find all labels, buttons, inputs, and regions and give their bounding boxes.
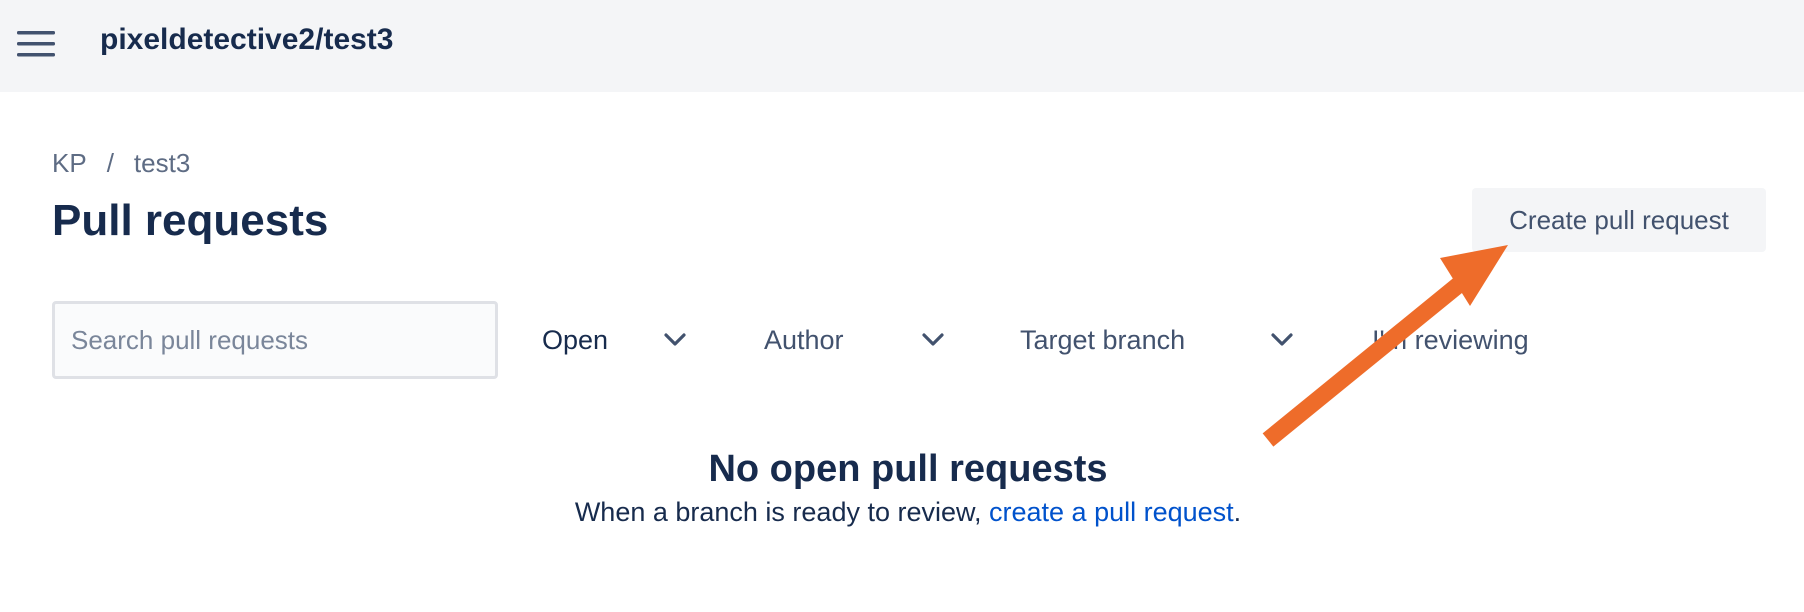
author-filter-label: Author [764,324,844,355]
reviewing-filter-toggle[interactable]: I'm reviewing [1372,316,1529,364]
breadcrumb-item-project[interactable]: KP [52,146,87,180]
create-pull-request-link[interactable]: create a pull request [989,497,1234,527]
create-pull-request-button[interactable]: Create pull request [1472,188,1766,252]
empty-state-title: No open pull requests [0,445,1804,493]
state-filter-dropdown[interactable]: Open [542,316,692,364]
hamburger-icon-svg [17,31,55,57]
page-title: Pull requests [52,196,329,245]
top-navigation-bar: pixeldetective2/test3 [0,0,1804,92]
chevron-down-icon [922,333,944,347]
breadcrumb: KP / test3 [52,146,190,180]
empty-state-suffix: . [1233,497,1242,527]
empty-state-prefix: When a branch is ready to review, [574,497,990,527]
target-branch-filter-dropdown[interactable]: Target branch [1020,316,1320,364]
repo-title[interactable]: pixeldetective2/test3 [100,20,393,60]
breadcrumb-separator: / [106,148,114,178]
search-input[interactable] [52,301,498,379]
target-branch-filter-label: Target branch [1020,324,1186,355]
empty-state-description: When a branch is ready to review, create… [0,494,1804,530]
breadcrumb-item-repo[interactable]: test3 [134,146,190,180]
empty-state-title-text: No open pull requests [708,448,1108,490]
chevron-down-icon [664,333,686,347]
hamburger-icon[interactable] [16,24,56,64]
empty-state-description-wrap: When a branch is ready to review, create… [575,497,1241,527]
author-filter-dropdown[interactable]: Author [764,316,954,364]
state-filter-label: Open [542,324,609,355]
annotation-arrow-head [1440,245,1508,306]
chevron-down-icon [1271,333,1293,347]
